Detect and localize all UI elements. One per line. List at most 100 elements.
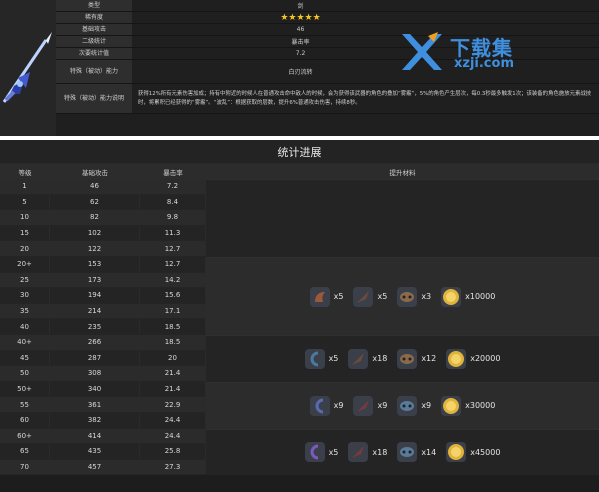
material-count: x9 bbox=[421, 401, 432, 411]
material-count: x10000 bbox=[465, 292, 496, 301]
crit-rate-cell: 24.4 bbox=[140, 428, 206, 444]
orb-icon bbox=[304, 348, 325, 369]
base-atk-cell: 266 bbox=[50, 334, 140, 350]
header-level: 等级 bbox=[18, 168, 32, 177]
base-atk-cell: 235 bbox=[50, 319, 140, 334]
info-row-type: 类型 剑 bbox=[56, 0, 599, 12]
level-cell: 25 bbox=[0, 272, 50, 288]
table-row: 20 122 12.7 bbox=[0, 241, 206, 257]
base-atk-cell: 457 bbox=[50, 459, 140, 475]
crit-rate-cell: 9.8 bbox=[140, 210, 206, 225]
mask-icon bbox=[397, 395, 418, 416]
material-item: x30000 bbox=[441, 395, 496, 416]
info-label: 稀有度 bbox=[56, 12, 132, 23]
crit-rate-cell: 21.4 bbox=[140, 381, 206, 397]
materials-cell: x5 x18 x12 x20000 bbox=[206, 335, 599, 382]
level-cell: 55 bbox=[0, 397, 50, 412]
material-count: x5 bbox=[377, 292, 388, 301]
crit-rate-cell: 21.4 bbox=[140, 366, 206, 381]
base-atk-cell: 173 bbox=[50, 272, 140, 288]
material-count: x12 bbox=[421, 354, 437, 364]
rarity-stars: ★★★★★ bbox=[280, 12, 321, 23]
mora-coin-icon bbox=[441, 395, 462, 416]
table-row: 60+ 414 24.4 bbox=[0, 428, 206, 445]
material-count: x18 bbox=[372, 447, 388, 457]
materials-cell: x5 x5 x3 x10000 bbox=[206, 257, 599, 335]
base-atk-cell: 340 bbox=[50, 381, 140, 397]
table-row: 15 102 11.3 bbox=[0, 225, 206, 242]
level-cell: 50+ bbox=[0, 381, 50, 397]
table-header: 等级 基础攻击 暴击率 提升材料 bbox=[0, 164, 599, 179]
table-row: 70 457 27.3 bbox=[0, 459, 206, 476]
table-row: 45 287 20 bbox=[0, 350, 206, 367]
material-item: x10000 bbox=[441, 286, 496, 307]
crit-rate-cell: 14.2 bbox=[140, 272, 206, 288]
table-row: 40+ 266 18.5 bbox=[0, 334, 206, 351]
crit-rate-cell: 24.4 bbox=[140, 412, 206, 428]
base-atk-cell: 102 bbox=[50, 225, 140, 241]
material-item: x5 bbox=[304, 348, 338, 369]
level-cell: 40+ bbox=[0, 334, 50, 350]
table-row: 10 82 9.8 bbox=[0, 210, 206, 226]
level-cell: 65 bbox=[0, 444, 50, 459]
orb-icon bbox=[309, 395, 330, 416]
level-cell: 10 bbox=[0, 210, 50, 225]
crit-rate-cell: 25.8 bbox=[140, 444, 206, 459]
weapon-image bbox=[0, 0, 56, 136]
material-count: x9 bbox=[333, 401, 344, 411]
info-label: 基础攻击 bbox=[56, 24, 132, 35]
base-atk-cell: 414 bbox=[50, 428, 140, 444]
table-row: 50 308 21.4 bbox=[0, 366, 206, 382]
materials-cell: x5 x18 x14 x45000 bbox=[206, 428, 599, 476]
mask-icon bbox=[397, 442, 418, 463]
info-label: 二级统计 bbox=[56, 36, 132, 47]
crit-rate-cell: 15.6 bbox=[140, 288, 206, 303]
crit-rate-cell: 12.7 bbox=[140, 256, 206, 272]
material-item: x5 bbox=[309, 286, 344, 307]
mora-coin-icon bbox=[441, 286, 462, 307]
info-label: 特殊（被动）能力 bbox=[56, 60, 132, 83]
level-cell: 60 bbox=[0, 412, 50, 428]
material-count: x5 bbox=[333, 292, 344, 301]
stat-rows: 1 46 7.2 5 62 8.4 10 82 9.8 15 102 11.3 20 122 12.7 20+… bbox=[0, 179, 206, 476]
watermark-url: xzji.com bbox=[454, 56, 514, 71]
horn-icon bbox=[309, 286, 330, 307]
header-base-atk: 基础攻击 bbox=[82, 168, 108, 177]
material-count: x14 bbox=[421, 447, 437, 457]
level-cell: 70 bbox=[0, 459, 50, 475]
passive-description: 获得12%所有元素伤害加成；持有中附近的时候人在普通攻击命中敌人的时候，会为获得… bbox=[132, 84, 599, 113]
ascension-table: 统计进展 等级 基础攻击 暴击率 提升材料 1 46 7.2 5 62 8.4 10 82 9.… bbox=[0, 140, 599, 492]
base-atk-cell: 122 bbox=[50, 241, 140, 256]
level-cell: 35 bbox=[0, 303, 50, 319]
crit-rate-cell: 8.4 bbox=[140, 194, 206, 210]
level-cell: 30 bbox=[0, 288, 50, 303]
level-cell: 40 bbox=[0, 319, 50, 334]
material-item: x9 bbox=[353, 395, 388, 416]
base-atk-cell: 153 bbox=[50, 256, 140, 272]
header-crit-rate: 暴击率 bbox=[163, 168, 183, 177]
material-item: x5 bbox=[304, 442, 338, 463]
level-cell: 5 bbox=[0, 194, 50, 210]
crit-rate-cell: 22.9 bbox=[140, 397, 206, 412]
base-atk-cell: 46 bbox=[50, 179, 140, 194]
table-row: 35 214 17.1 bbox=[0, 303, 206, 320]
header-materials: 提升材料 bbox=[389, 168, 416, 177]
material-item: x20000 bbox=[446, 348, 500, 369]
base-atk-cell: 361 bbox=[50, 397, 140, 412]
base-atk-cell: 435 bbox=[50, 444, 140, 459]
table-row: 40 235 18.5 bbox=[0, 319, 206, 335]
info-row-rarity: 稀有度 ★★★★★ bbox=[56, 12, 599, 24]
material-count: x45000 bbox=[470, 447, 501, 457]
info-value: 剑 bbox=[132, 0, 599, 11]
base-atk-cell: 194 bbox=[50, 288, 140, 303]
material-count: x9 bbox=[377, 401, 388, 411]
watermark-logo-icon bbox=[402, 32, 442, 70]
info-label: 次要统计值 bbox=[56, 48, 132, 59]
base-atk-cell: 62 bbox=[50, 194, 140, 210]
material-count: x18 bbox=[372, 354, 388, 364]
crit-rate-cell: 11.3 bbox=[140, 225, 206, 241]
orb-icon bbox=[304, 442, 325, 463]
material-count: x30000 bbox=[465, 401, 496, 411]
table-row: 50+ 340 21.4 bbox=[0, 381, 206, 398]
feather-icon bbox=[353, 286, 374, 307]
